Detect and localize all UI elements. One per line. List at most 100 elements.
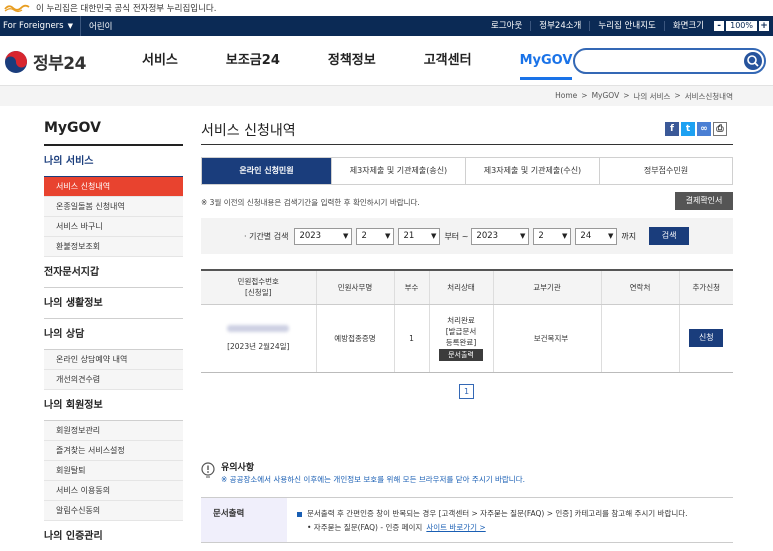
crumb-mygov[interactable]: MyGOV bbox=[592, 91, 620, 102]
from-day-select[interactable]: 21 ▼ bbox=[398, 227, 441, 245]
chevron-down-icon: ▼ bbox=[385, 231, 391, 240]
global-nav: 서비스 보조금24 정책정보 고객센터 MyGOV bbox=[142, 36, 620, 86]
sidebar-item-application-history[interactable]: 서비스 신청내역 bbox=[44, 177, 183, 197]
sidebar-section-document-wallet[interactable]: 전자문서지갑 bbox=[44, 257, 183, 288]
nav-subsidy24[interactable]: 보조금24 bbox=[226, 36, 280, 86]
zoom-in-button[interactable]: + bbox=[759, 21, 769, 31]
sidebar-item-care-history[interactable]: 온종일돌봄 신청내역 bbox=[44, 197, 183, 217]
sitemap-link[interactable]: 누리집 안내지도 bbox=[590, 21, 665, 31]
nav-services[interactable]: 서비스 bbox=[142, 36, 178, 86]
tab-third-party-sent[interactable]: 제3자제출 및 기관제출(송신) bbox=[332, 158, 466, 184]
nav-customer-center[interactable]: 고객센터 bbox=[424, 36, 472, 86]
sidebar-submenu: 회원정보관리 즐겨찾는 서비스설정 회원탈퇴 서비스 이용동의 알림수신동의 bbox=[44, 421, 183, 521]
application-date: [2023년 2월24일] bbox=[227, 342, 290, 351]
redacted-receipt-number bbox=[227, 325, 290, 332]
faq-site-link[interactable]: 사이트 바로가기 > bbox=[426, 523, 485, 532]
search-button[interactable] bbox=[744, 52, 762, 70]
agency-cell: 보건복지부 bbox=[493, 304, 602, 373]
crumb-current: 서비스신청내역 bbox=[684, 92, 733, 101]
zoom-value: 100% bbox=[726, 21, 757, 31]
contact-cell bbox=[601, 304, 680, 373]
breadcrumb-band: Home > MyGOV > 나의 서비스 > 서비스신청내역 bbox=[0, 86, 773, 106]
tab-bar: 온라인 신청민원 제3자제출 및 기관제출(송신) 제3자제출 및 기관제출(수… bbox=[201, 157, 733, 185]
nav-mygov[interactable]: MyGOV bbox=[519, 36, 572, 86]
search-button[interactable]: 검색 bbox=[649, 227, 690, 245]
tab-third-party-received[interactable]: 제3자제출 및 기관제출(수신) bbox=[466, 158, 600, 184]
caution-text: ※ 공공장소에서 사용하신 이후에는 개인정보 보호를 위해 모든 브라우저를 … bbox=[221, 475, 525, 484]
page-1-button[interactable]: 1 bbox=[459, 384, 474, 399]
logout-link[interactable]: 로그아웃 bbox=[483, 21, 532, 31]
to-word: 까지 bbox=[621, 231, 637, 241]
brand-logo[interactable]: 정부24 bbox=[4, 49, 86, 74]
foreigners-menu[interactable]: For Foreigners ▼ bbox=[0, 16, 81, 36]
sidebar-item-notification[interactable]: 알림수신동의 bbox=[44, 501, 183, 521]
from-day-value: 21 bbox=[403, 230, 415, 241]
sidebar-submenu: 온라인 상담예약 내역 개선의견수렴 bbox=[44, 350, 183, 390]
sidebar-item-feedback[interactable]: 개선의견수렴 bbox=[44, 370, 183, 390]
apply-cell: 신청 bbox=[679, 304, 733, 373]
to-day-select[interactable]: 24 ▼ bbox=[575, 227, 618, 245]
utility-bar: For Foreigners ▼ 어린이 로그아웃 정부24소개 누리집 안내지… bbox=[0, 16, 773, 36]
sidebar-item-favorites[interactable]: 즐겨찾는 서비스설정 bbox=[44, 441, 183, 461]
kids-link[interactable]: 어린이 bbox=[81, 20, 120, 32]
from-year-select[interactable]: 2023 ▼ bbox=[294, 227, 353, 245]
search-notice: ※ 3월 이전의 신청내용은 검색기간을 입력한 후 확인하시기 바랍니다. bbox=[201, 198, 420, 207]
facebook-icon[interactable]: f bbox=[665, 122, 679, 136]
status-cell: 처리완료 [발급문서 등록완료] 문서출력 bbox=[429, 304, 494, 373]
breadcrumb: Home > MyGOV > 나의 서비스 > 서비스신청내역 bbox=[551, 91, 733, 102]
sidebar-section-auth[interactable]: 나의 인증관리 bbox=[44, 521, 183, 551]
sidebar-item-service-basket[interactable]: 서비스 바구니 bbox=[44, 217, 183, 237]
link-copy-icon[interactable]: ∞ bbox=[697, 122, 711, 136]
apply-button[interactable]: 신청 bbox=[689, 329, 724, 347]
sidebar-section-life-info[interactable]: 나의 생활정보 bbox=[44, 288, 183, 319]
foreigners-label: For Foreigners bbox=[3, 21, 64, 31]
sidebar: MyGOV 나의 서비스 서비스 신청내역 온종일돌봄 신청내역 서비스 바구니… bbox=[44, 120, 183, 551]
caret-down-icon: ▼ bbox=[67, 22, 73, 30]
sidebar-item-withdraw[interactable]: 회원탈퇴 bbox=[44, 461, 183, 481]
print-icon[interactable]: ⎙ bbox=[713, 122, 727, 136]
sidebar-section-member-info[interactable]: 나의 회원정보 bbox=[44, 390, 183, 421]
from-month-select[interactable]: 2 ▼ bbox=[356, 227, 395, 245]
col-additional: 추가신청 bbox=[679, 270, 733, 305]
application-table: 민원접수번호 [신청일] 민원사무명 부수 처리상태 교부기관 연락처 추가신청… bbox=[201, 269, 733, 373]
sidebar-section-consultation[interactable]: 나의 상담 bbox=[44, 319, 183, 350]
document-print-button[interactable]: 문서출력 bbox=[439, 349, 483, 361]
col-receipt-number: 민원접수번호 [신청일] bbox=[201, 270, 317, 305]
page-title: 서비스 신청내역 bbox=[201, 123, 296, 139]
info-line-2-text: • 자주묻는 질문(FAQ) - 인증 페이지 bbox=[307, 523, 423, 532]
receipt-cell: [2023년 2월24일] bbox=[201, 304, 317, 373]
chevron-down-icon: ▼ bbox=[608, 231, 614, 240]
tab-government-received[interactable]: 정부접수민원 bbox=[600, 158, 732, 184]
brand-name: 정부24 bbox=[33, 54, 86, 74]
government-mark-icon bbox=[4, 3, 30, 13]
sidebar-item-consent[interactable]: 서비스 이용동의 bbox=[44, 481, 183, 501]
print-info-box: 문서출력 문서출력 후 간편인증 창이 반복되는 경우 [고객센터 > 자주묻는… bbox=[201, 497, 733, 543]
payment-confirmation-button[interactable]: 결제확인서 bbox=[675, 192, 733, 210]
zoom-out-button[interactable]: - bbox=[714, 21, 725, 31]
sidebar-item-refund[interactable]: 환불정보조회 bbox=[44, 237, 183, 257]
nav-policy[interactable]: 정책정보 bbox=[328, 36, 376, 86]
info-line-1: 문서출력 후 간편인증 창이 반복되는 경우 [고객센터 > 자주묻는 질문(F… bbox=[297, 508, 688, 519]
chevron-down-icon: ▼ bbox=[562, 231, 568, 240]
info-line-2: • 자주묻는 질문(FAQ) - 인증 페이지 사이트 바로가기 > bbox=[307, 522, 486, 533]
sidebar-section-my-services[interactable]: 나의 서비스 bbox=[44, 146, 183, 177]
crumb-home[interactable]: Home bbox=[555, 91, 577, 102]
crumb-my-services[interactable]: 나의 서비스 bbox=[634, 91, 671, 102]
taegeuk-icon bbox=[5, 50, 27, 73]
search-icon bbox=[747, 55, 759, 67]
screen-size-label: 화면크기 bbox=[672, 21, 705, 31]
title-divider bbox=[201, 144, 733, 145]
info-line-1-text: 문서출력 후 간편인증 창이 반복되는 경우 [고객센터 > 자주묻는 질문(F… bbox=[307, 509, 688, 518]
to-month-select[interactable]: 2 ▼ bbox=[533, 227, 572, 245]
main-content: 서비스 신청내역 f t ∞ ⎙ 온라인 신청민원 제3자제출 및 기관제출(송… bbox=[201, 120, 733, 543]
service-name-cell: 예방접종증명 bbox=[316, 304, 395, 373]
twitter-icon[interactable]: t bbox=[681, 122, 695, 136]
sidebar-item-member-manage[interactable]: 회원정보관리 bbox=[44, 421, 183, 441]
tab-online-applications[interactable]: 온라인 신청민원 bbox=[202, 158, 332, 184]
sidebar-item-online-consult[interactable]: 온라인 상담예약 내역 bbox=[44, 350, 183, 370]
search-input[interactable] bbox=[585, 53, 735, 69]
to-year-select[interactable]: 2023 ▼ bbox=[471, 227, 530, 245]
crumb-separator: > bbox=[623, 91, 630, 100]
about-link[interactable]: 정부24소개 bbox=[531, 21, 591, 31]
crumb-separator: > bbox=[581, 91, 588, 100]
